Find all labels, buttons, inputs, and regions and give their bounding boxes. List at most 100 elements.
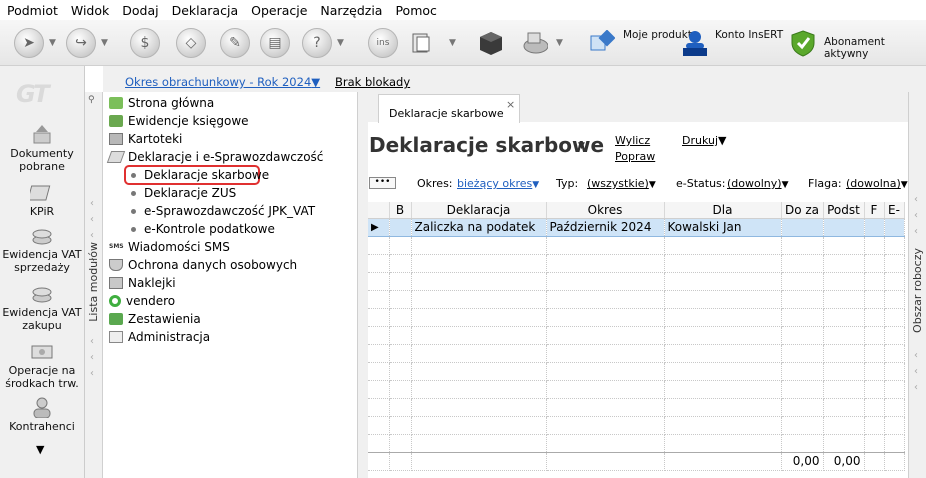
navigation-tree: Strona główna Ewidencje księgowe Kartote… bbox=[103, 92, 358, 478]
filter-okres-select[interactable]: bieżący okres▼ bbox=[457, 177, 539, 190]
more-options-button[interactable]: ••• bbox=[369, 177, 396, 189]
col-b[interactable]: B bbox=[389, 202, 412, 219]
tree-item-deklaracje[interactable]: Deklaracje i e-Sprawozdawczość bbox=[106, 150, 323, 164]
quick-item-vat-zakupu[interactable]: Ewidencja VAT zakupu bbox=[0, 282, 84, 332]
help-dropdown-icon[interactable]: ▼ bbox=[337, 38, 344, 48]
shield-icon bbox=[109, 259, 123, 271]
menu-narzedzia[interactable]: Narzędzia bbox=[320, 3, 382, 18]
col-dla[interactable]: Dla bbox=[664, 202, 782, 219]
popraw-button[interactable]: Popraw bbox=[615, 150, 655, 163]
menu-bar: Podmiot Widok Dodaj Deklaracja Operacje … bbox=[0, 0, 926, 20]
tools-icon[interactable]: ✎ bbox=[220, 28, 250, 58]
quick-item-dokumenty-pobrane[interactable]: Dokumenty pobrane bbox=[0, 123, 84, 173]
help-icon[interactable]: ? bbox=[302, 28, 332, 58]
expand-left-icon[interactable]: ‹ bbox=[914, 226, 918, 237]
tree-item-zestawienia[interactable]: Zestawienia bbox=[109, 312, 201, 326]
menu-dodaj[interactable]: Dodaj bbox=[122, 3, 158, 18]
table-row bbox=[368, 290, 905, 309]
tree-item-administracja[interactable]: Administracja bbox=[109, 330, 210, 344]
table-row bbox=[368, 398, 905, 417]
chevron-down-icon[interactable]: ▼ bbox=[578, 141, 585, 151]
tree-item-ewidencje-ksiegowe[interactable]: Ewidencje księgowe bbox=[109, 114, 249, 128]
wylicz-button[interactable]: Wylicz bbox=[615, 134, 650, 147]
collapse-left-icon[interactable]: ‹ bbox=[90, 198, 94, 209]
okres-obrachunkowy-link[interactable]: Okres obrachunkowy - Rok 2024▼ bbox=[125, 75, 320, 89]
col-e[interactable]: E- bbox=[884, 202, 905, 219]
collapse-left-icon[interactable]: ‹ bbox=[90, 214, 94, 225]
close-icon[interactable]: × bbox=[506, 98, 515, 111]
filter-typ-label: Typ: bbox=[556, 177, 579, 190]
workspace-strip[interactable]: ‹ ‹ ‹ Obszar roboczy ‹ ‹ ‹ bbox=[908, 92, 926, 478]
menu-operacje[interactable]: Operacje bbox=[251, 3, 307, 18]
col-doza[interactable]: Do za bbox=[781, 202, 824, 219]
konto-insert-button[interactable]: Konto InsERT bbox=[715, 29, 783, 41]
col-okres[interactable]: Okres bbox=[546, 202, 665, 219]
cloud-icon[interactable] bbox=[522, 30, 548, 56]
expand-left-icon[interactable]: ‹ bbox=[914, 366, 918, 377]
filter-typ-select[interactable]: (wszystkie)▼ bbox=[587, 177, 656, 190]
tree-item-ochrona-danych[interactable]: Ochrona danych osobowych bbox=[109, 258, 297, 272]
table-row[interactable]: ▶ Zaliczka na podatek Październik 2024 K… bbox=[368, 217, 905, 237]
collapse-left-icon[interactable]: ‹ bbox=[90, 336, 94, 347]
col-deklaracja[interactable]: Deklaracja bbox=[411, 202, 547, 219]
bullet-icon bbox=[131, 190, 136, 196]
brak-blokady-link[interactable]: Brak blokady bbox=[335, 75, 410, 89]
coins-icon[interactable]: $ bbox=[130, 28, 160, 58]
toolbar: ➤ ▼ ↪ ▼ $ ◇ ✎ ▤ ? ▼ ins ▼ ▼ Moje produkt… bbox=[0, 20, 926, 66]
tree-item-sms[interactable]: SMS Wiadomości SMS bbox=[109, 240, 230, 254]
forward-dropdown-icon[interactable]: ▼ bbox=[101, 38, 108, 48]
menu-widok[interactable]: Widok bbox=[71, 3, 109, 18]
menu-podmiot[interactable]: Podmiot bbox=[7, 3, 58, 18]
quick-item-kpir[interactable]: KPiR bbox=[0, 181, 84, 218]
expand-left-icon[interactable]: ‹ bbox=[914, 210, 918, 221]
admin-icon bbox=[109, 331, 123, 343]
collapse-left-icon[interactable]: ‹ bbox=[90, 230, 94, 241]
pin-icon[interactable]: ⚲ bbox=[88, 95, 95, 105]
printer-icon[interactable]: ▤ bbox=[260, 28, 290, 58]
tree-item-deklaracje-zus[interactable]: Deklaracje ZUS bbox=[131, 186, 236, 200]
documents-dropdown-icon[interactable]: ▼ bbox=[449, 38, 456, 48]
tree-item-jpk-vat[interactable]: e-Sprawozdawczość JPK_VAT bbox=[131, 204, 315, 218]
forward-icon[interactable]: ↪ bbox=[66, 28, 96, 58]
documents-icon[interactable] bbox=[408, 30, 434, 56]
filter-estatus-select[interactable]: (dowolny)▼ bbox=[727, 177, 788, 190]
quick-item-srodki-trwale[interactable]: Operacje na środkach trw. bbox=[0, 340, 84, 390]
collapse-left-icon[interactable]: ‹ bbox=[90, 368, 94, 379]
tree-item-e-kontrole[interactable]: e-Kontrole podatkowe bbox=[131, 222, 275, 236]
filter-flaga-select[interactable]: (dowolna)▼ bbox=[846, 177, 908, 190]
collapse-left-icon[interactable]: ‹ bbox=[90, 352, 94, 363]
shield-check-icon[interactable] bbox=[790, 30, 816, 57]
tree-item-strona-glowna[interactable]: Strona główna bbox=[109, 96, 214, 110]
page-title[interactable]: Deklaracje skarbowe bbox=[369, 133, 604, 157]
workspace-label: Obszar roboczy bbox=[911, 248, 924, 333]
konto-insert-icon[interactable] bbox=[682, 30, 708, 56]
panel-gap bbox=[358, 92, 368, 478]
tree-item-naklejki[interactable]: Naklejki bbox=[109, 276, 176, 290]
tree-item-kartoteki[interactable]: Kartoteki bbox=[109, 132, 182, 146]
box-icon[interactable] bbox=[478, 30, 504, 56]
expand-left-icon[interactable]: ‹ bbox=[914, 350, 918, 361]
tab-deklaracje-skarbowe[interactable]: Deklaracje skarbowe × bbox=[378, 94, 520, 123]
menu-pomoc[interactable]: Pomoc bbox=[395, 3, 436, 18]
module-list-strip[interactable]: ⚲ ‹ ‹ ‹ Lista modułów ‹ ‹ ‹ bbox=[85, 92, 103, 478]
send-icon[interactable]: ➤ bbox=[14, 28, 44, 58]
quick-item-kontrahenci[interactable]: Kontrahenci bbox=[0, 396, 84, 433]
expand-left-icon[interactable]: ‹ bbox=[914, 382, 918, 393]
col-f[interactable]: F bbox=[864, 202, 885, 219]
quick-item-vat-sprzedazy[interactable]: Ewidencja VAT sprzedaży bbox=[0, 224, 84, 274]
scroll-down-icon[interactable]: ▼ bbox=[36, 443, 44, 456]
abonament-status[interactable]: Abonament aktywny bbox=[824, 36, 926, 60]
tree-item-deklaracje-skarbowe[interactable]: Deklaracje skarbowe bbox=[131, 168, 269, 182]
send-dropdown-icon[interactable]: ▼ bbox=[49, 38, 56, 48]
eraser-icon[interactable]: ◇ bbox=[176, 28, 206, 58]
moje-produkty-icon[interactable] bbox=[589, 30, 615, 56]
tree-item-vendero[interactable]: vendero bbox=[109, 294, 175, 308]
cloud-dropdown-icon[interactable]: ▼ bbox=[556, 38, 563, 48]
coins-icon bbox=[32, 287, 52, 303]
col-podst[interactable]: Podst bbox=[823, 202, 865, 219]
eraser-icon bbox=[106, 151, 126, 163]
drukuj-button[interactable]: Drukuj▼ bbox=[682, 134, 727, 147]
expand-left-icon[interactable]: ‹ bbox=[914, 194, 918, 205]
menu-deklaracja[interactable]: Deklaracja bbox=[172, 3, 239, 18]
ins-icon[interactable]: ins bbox=[368, 28, 398, 58]
